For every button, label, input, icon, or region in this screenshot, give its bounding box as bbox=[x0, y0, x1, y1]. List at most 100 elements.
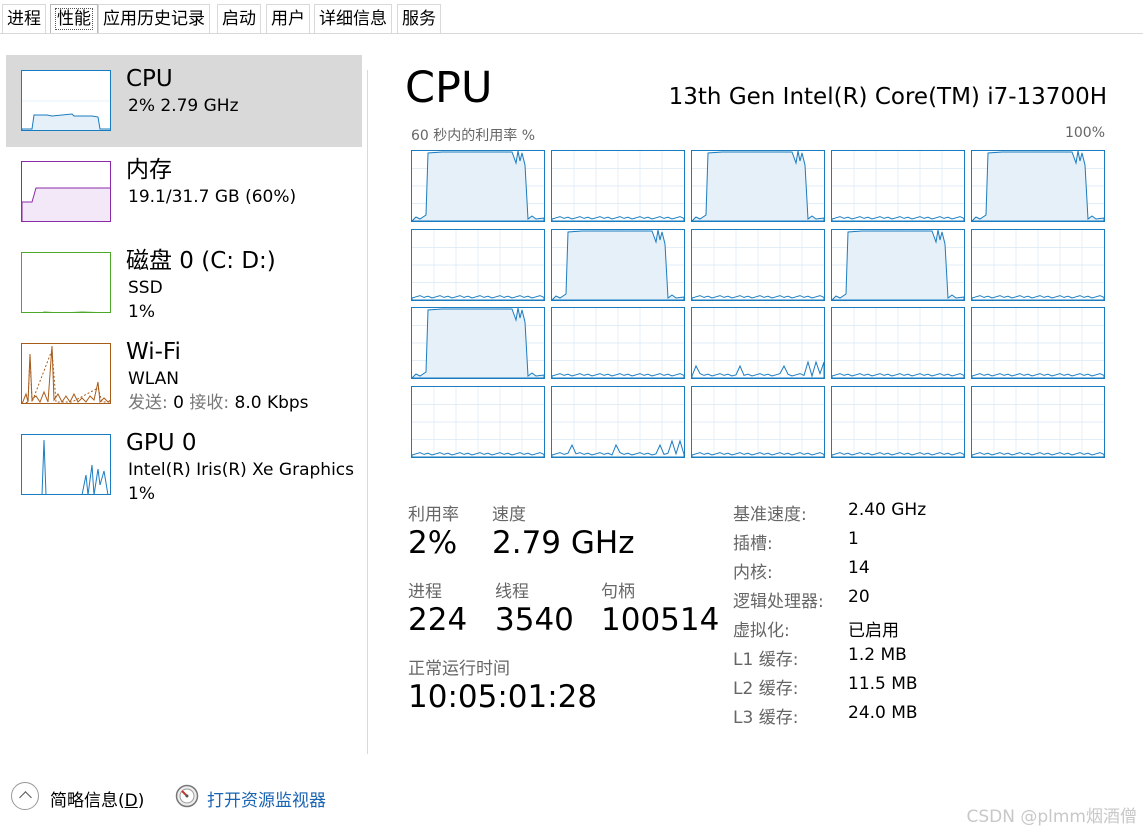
uptime-label: 正常运行时间 bbox=[408, 659, 510, 679]
logical-processor-graph bbox=[551, 150, 685, 222]
resource-monitor-icon bbox=[175, 784, 199, 808]
fewer-details-button[interactable]: 简略信息(D) bbox=[50, 786, 144, 811]
sidebar-item-title: CPU bbox=[126, 66, 173, 92]
spec-key: 逻辑处理器: bbox=[733, 592, 824, 612]
spec-value: 已启用 bbox=[848, 621, 899, 641]
tab-startup[interactable]: 启动 bbox=[217, 4, 261, 33]
open-resource-monitor-link[interactable]: 打开资源监视器 bbox=[207, 786, 326, 811]
cpu-usage-line bbox=[412, 151, 544, 221]
tab-performance[interactable]: 性能 bbox=[50, 4, 98, 33]
cpu-usage-line bbox=[972, 151, 1104, 221]
send-value: 0 bbox=[173, 393, 184, 413]
watermark: CSDN @plmm烟酒僧 bbox=[966, 807, 1137, 827]
logical-processor-graph bbox=[971, 228, 1105, 301]
cpu-usage-line bbox=[412, 308, 544, 378]
spec-key: 基准速度: bbox=[733, 505, 807, 525]
page-title: CPU bbox=[405, 63, 493, 113]
logical-processor-graph bbox=[551, 385, 685, 458]
logical-processor-graph bbox=[831, 385, 965, 458]
speed-value: 2.79 GHz bbox=[492, 525, 635, 561]
sidebar-item-usage: 1% bbox=[128, 484, 155, 504]
processes-label: 进程 bbox=[408, 582, 442, 602]
logical-processor-graph bbox=[411, 150, 545, 222]
logical-processor-graph bbox=[831, 307, 965, 379]
utilization-value: 2% bbox=[408, 525, 458, 561]
cpu-usage-line bbox=[552, 229, 684, 300]
logical-processor-graph bbox=[831, 150, 965, 222]
sidebar-item-subtitle: 2% 2.79 GHz bbox=[128, 96, 239, 116]
processes-value: 224 bbox=[408, 602, 468, 638]
spec-value: 11.5 MB bbox=[848, 674, 918, 694]
spec-key: 虚拟化: bbox=[733, 621, 790, 641]
fewer-details-label: 简略信息( bbox=[50, 791, 125, 811]
tab-app-history[interactable]: 应用历史记录 bbox=[98, 4, 210, 33]
receive-label: 接收: bbox=[189, 393, 230, 413]
memory-thumbnail-graph bbox=[21, 161, 111, 222]
spec-key: 内核: bbox=[733, 563, 773, 583]
tab-services[interactable]: 服务 bbox=[397, 4, 441, 33]
cpu-usage-line bbox=[832, 229, 964, 300]
gpu-thumbnail-graph bbox=[21, 434, 111, 495]
sidebar-item-usage: 1% bbox=[128, 302, 155, 322]
sidebar-item-gpu[interactable]: GPU 0 Intel(R) Iris(R) Xe Graphics 1% bbox=[6, 419, 362, 511]
logical-processor-graph bbox=[551, 307, 685, 379]
threads-label: 线程 bbox=[495, 582, 529, 602]
sidebar-item-subtitle: SSD bbox=[128, 278, 163, 298]
sidebar-item-memory[interactable]: 内存 19.1/31.7 GB (60%) bbox=[6, 146, 362, 238]
uptime-value: 10:05:01:28 bbox=[408, 679, 598, 715]
tab-details[interactable]: 详细信息 bbox=[314, 4, 392, 33]
logical-processor-graph bbox=[551, 228, 685, 301]
spec-key: 插槽: bbox=[733, 534, 773, 554]
logical-processor-graph bbox=[971, 385, 1105, 458]
spec-key: L2 缓存: bbox=[733, 679, 799, 699]
handles-label: 句柄 bbox=[601, 582, 635, 602]
spec-value: 14 bbox=[848, 558, 870, 578]
utilization-max-label: 100% bbox=[1064, 125, 1105, 141]
logical-processor-graphs bbox=[411, 150, 1105, 460]
fewer-details-hotkey: D bbox=[124, 791, 138, 811]
send-label: 发送: bbox=[128, 393, 168, 413]
logical-processor-graph bbox=[691, 228, 825, 301]
chevron-up-icon[interactable] bbox=[11, 782, 39, 810]
sidebar-item-subtitle: 19.1/31.7 GB (60%) bbox=[128, 187, 297, 207]
tab-users[interactable]: 用户 bbox=[266, 4, 310, 33]
utilization-label: 利用率 bbox=[408, 505, 459, 525]
tab-bar: 进程 性能 应用历史记录 启动 用户 详细信息 服务 bbox=[0, 0, 1143, 34]
sidebar: CPU 2% 2.79 GHz 内存 19.1/31.7 GB (60%) 磁盘… bbox=[0, 35, 368, 755]
logical-processor-graph bbox=[831, 228, 965, 301]
sidebar-item-title: 磁盘 0 (C: D:) bbox=[126, 248, 276, 274]
footer: 简略信息(D) 打开资源监视器 CSDN @plmm烟酒僧 bbox=[0, 760, 1143, 831]
sidebar-item-subtitle: Intel(R) Iris(R) Xe Graphics bbox=[128, 460, 354, 480]
sidebar-divider bbox=[367, 70, 368, 754]
sidebar-item-disk[interactable]: 磁盘 0 (C: D:) SSD 1% bbox=[6, 237, 362, 329]
spec-value: 20 bbox=[848, 587, 870, 607]
sidebar-item-title: GPU 0 bbox=[126, 430, 197, 456]
disk-thumbnail-graph bbox=[21, 252, 111, 313]
logical-processor-graph bbox=[691, 150, 825, 222]
sidebar-item-title: 内存 bbox=[126, 157, 172, 183]
sidebar-item-title: Wi-Fi bbox=[126, 339, 181, 365]
logical-processor-graph bbox=[691, 385, 825, 458]
spec-key: L1 缓存: bbox=[733, 650, 799, 670]
wifi-throughput: 发送: 0 接收: 8.0 Kbps bbox=[128, 392, 309, 414]
cpu-thumbnail-graph bbox=[21, 70, 111, 131]
logical-processor-graph bbox=[411, 228, 545, 301]
spec-value: 1 bbox=[848, 529, 859, 549]
sidebar-item-cpu[interactable]: CPU 2% 2.79 GHz bbox=[6, 55, 362, 147]
spec-value: 1.2 MB bbox=[848, 645, 907, 665]
threads-value: 3540 bbox=[495, 602, 574, 638]
logical-processor-graph bbox=[971, 307, 1105, 379]
tab-processes[interactable]: 进程 bbox=[2, 4, 46, 33]
spec-key: L3 缓存: bbox=[733, 708, 799, 728]
receive-value: 8.0 Kbps bbox=[234, 393, 309, 413]
utilization-graph-label: 60 秒内的利用率 % bbox=[411, 128, 536, 144]
sidebar-item-subtitle: WLAN bbox=[128, 369, 180, 389]
logical-processor-graph bbox=[971, 150, 1105, 222]
logical-processor-graph bbox=[411, 385, 545, 458]
handles-value: 100514 bbox=[601, 602, 720, 638]
cpu-model-name: 13th Gen Intel(R) Core(TM) i7-13700H bbox=[668, 84, 1107, 110]
sidebar-item-wifi[interactable]: Wi-Fi WLAN 发送: 0 接收: 8.0 Kbps bbox=[6, 328, 362, 420]
spec-value: 24.0 MB bbox=[848, 703, 918, 723]
fewer-details-label-end: ) bbox=[137, 791, 145, 811]
logical-processor-graph bbox=[691, 307, 825, 379]
